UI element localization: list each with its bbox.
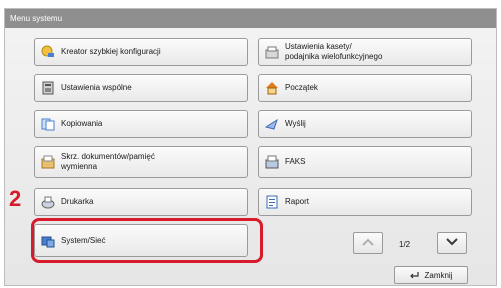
send-icon (265, 117, 279, 131)
report-icon (265, 195, 279, 209)
report-label: Raport (285, 197, 310, 206)
window-title: Menu systemu (5, 9, 496, 28)
fax-icon (265, 155, 279, 169)
document-box-button[interactable]: Skrz. dokumentów/pamięć wymienna (34, 146, 248, 178)
home-button[interactable]: Początek (258, 74, 472, 102)
printer-button[interactable]: Drukarka (34, 188, 248, 216)
document-box-label: Skrz. dokumentów/pamięć wymienna (61, 152, 155, 171)
send-label: Wyślij (285, 119, 306, 128)
cassette-settings-button[interactable]: Ustawienia kasety/ podajnika wielofunkcy… (258, 38, 472, 66)
cassette-settings-label: Ustawienia kasety/ podajnika wielofunkcy… (285, 42, 383, 61)
page-down-button[interactable] (437, 232, 467, 254)
close-button[interactable]: Zamknij (394, 266, 468, 284)
send-button[interactable]: Wyślij (258, 110, 472, 138)
report-button[interactable]: Raport (258, 188, 472, 216)
copy-label: Kopiowania (61, 119, 103, 128)
step-number: 2 (9, 186, 22, 211)
close-label: Zamknij (424, 270, 453, 280)
home-label: Początek (285, 83, 318, 92)
document-box-icon (41, 155, 55, 169)
wizard-icon (41, 45, 55, 59)
device-settings-icon (41, 81, 55, 95)
paper-tray-icon (265, 45, 279, 59)
selection-highlight (31, 218, 263, 263)
fax-label: FAKS (285, 157, 306, 166)
copy-button[interactable]: Kopiowania (34, 110, 248, 138)
quick-setup-button[interactable]: Kreator szybkiej konfiguracji (34, 38, 248, 66)
chevron-up-icon (361, 234, 375, 252)
home-icon (265, 81, 279, 95)
printer-label: Drukarka (61, 197, 94, 206)
printer-icon (41, 195, 55, 209)
fax-button[interactable]: FAKS (258, 146, 472, 178)
common-settings-label: Ustawienia wspólne (61, 83, 132, 92)
quick-setup-label: Kreator szybkiej konfiguracji (61, 47, 161, 56)
return-arrow-icon (409, 271, 420, 279)
page-up-button[interactable] (353, 232, 383, 254)
page-indicator: 1/2 (399, 240, 411, 249)
copy-icon (41, 117, 55, 131)
chevron-down-icon (445, 234, 459, 252)
common-settings-button[interactable]: Ustawienia wspólne (34, 74, 248, 102)
